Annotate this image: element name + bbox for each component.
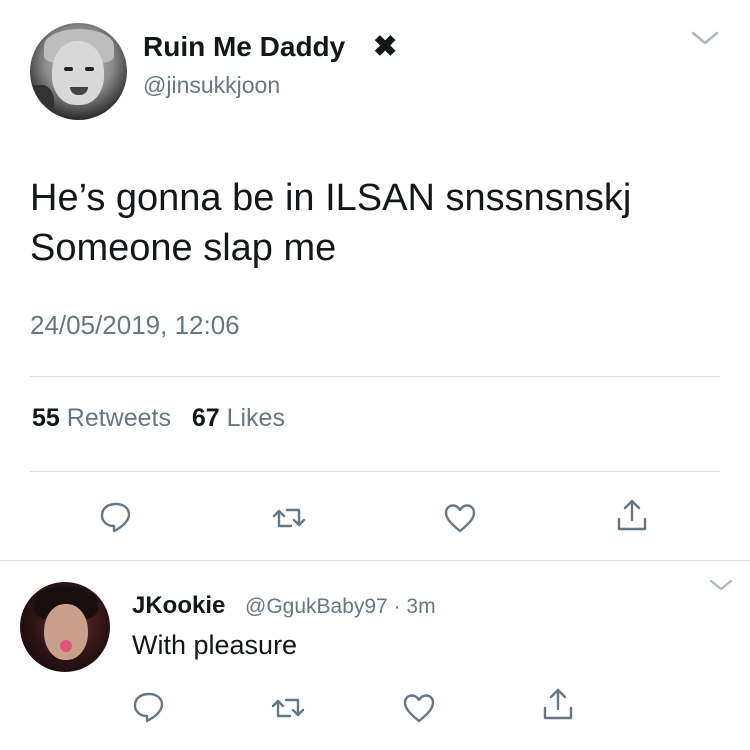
likes-count[interactable]: 67 [192,404,220,432]
likes-label[interactable]: Likes [227,404,285,432]
author-avatar[interactable] [30,23,127,120]
author-name-suffix: ✖ [373,31,398,63]
tweet-timestamp: 24/05/2019, 12:06 [30,310,240,340]
divider [30,471,720,472]
reply-icon[interactable] [131,689,167,725]
retweet-icon[interactable] [271,500,307,536]
retweets-label[interactable]: Retweets [67,404,171,432]
retweets-count[interactable]: 55 [32,404,60,432]
chevron-down-icon[interactable] [690,28,720,48]
retweet-icon[interactable] [270,690,306,726]
share-icon[interactable] [540,686,576,722]
heart-icon[interactable] [401,690,437,726]
heart-icon[interactable] [442,500,478,536]
reply-author-handle[interactable]: @GgukBaby97 [245,595,388,618]
reply-author-avatar[interactable] [20,582,110,672]
reply-meta: @GgukBaby97 · 3m [245,594,436,620]
tweet-text: He’s gonna be in ILSAN snssnsnskj Someon… [30,177,632,269]
author-handle[interactable]: @jinsukkjoon [143,70,280,100]
reply-author-name[interactable]: JKookie [132,592,225,620]
chevron-down-icon[interactable] [708,577,734,593]
share-icon[interactable] [614,497,650,533]
divider [30,376,720,377]
separator-dot: · [393,595,401,618]
reply-text: With pleasure [132,630,298,660]
tweet-stats: 55 Retweets 67 Likes [32,402,285,434]
reply-time: 3m [406,595,436,618]
reply-icon[interactable] [98,499,134,535]
author-name[interactable]: Ruin Me Daddy [143,30,345,64]
divider [0,560,750,561]
